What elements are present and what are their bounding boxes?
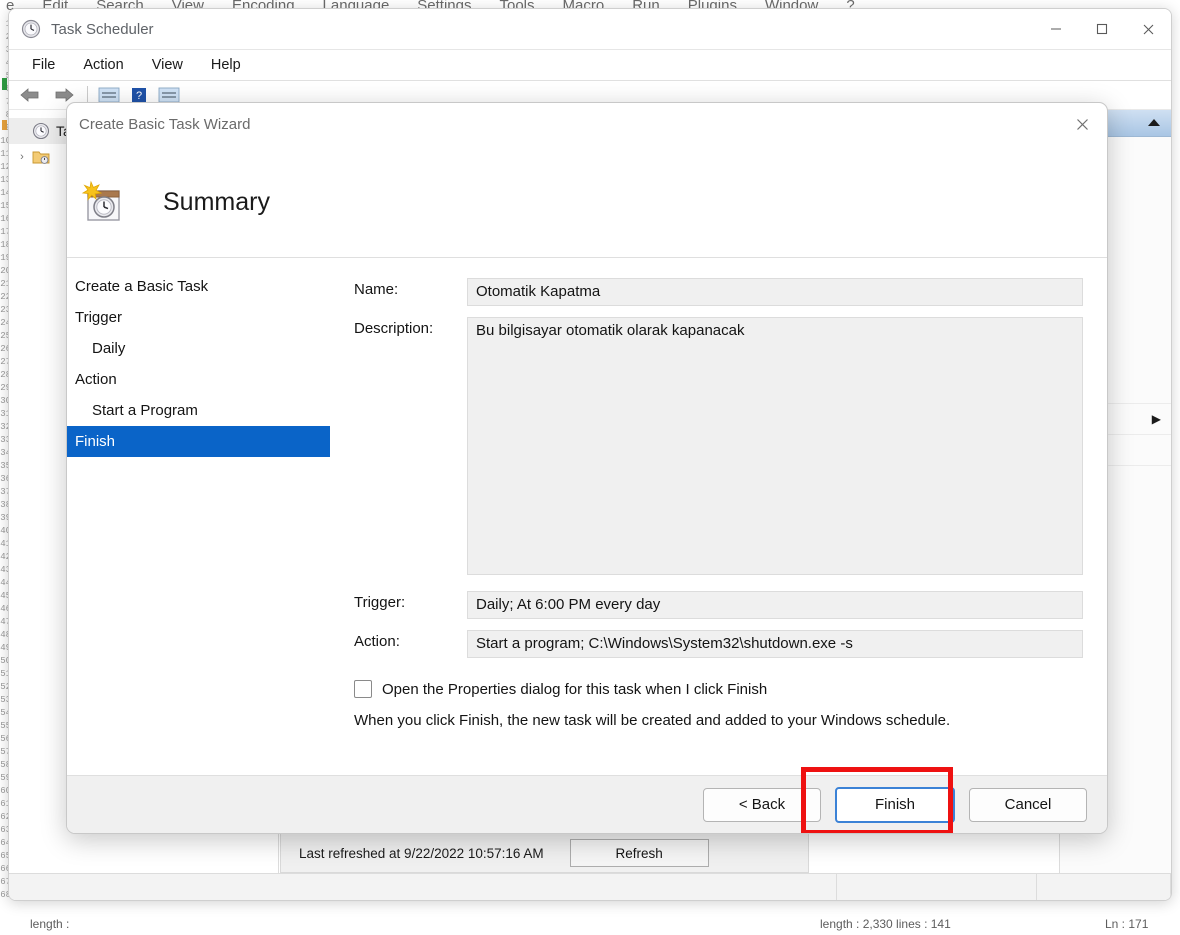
name-label: Name: — [354, 281, 399, 298]
menu-help[interactable]: Help — [200, 54, 252, 76]
wizard-titlebar: Create Basic Task Wizard — [67, 103, 1107, 147]
bottom-strip-cell — [837, 874, 1038, 900]
wizard-heading: Summary — [163, 187, 270, 216]
npp-status-right: Ln : 171 — [1105, 917, 1149, 931]
menu-file[interactable]: File — [21, 54, 66, 76]
trigger-value: Daily; At 6:00 PM every day — [467, 591, 1083, 619]
task-scheduler-menubar[interactable]: File Action View Help — [9, 49, 1171, 81]
npp-statusbar: length : length : 2,330 lines : 141 Ln :… — [0, 913, 1180, 935]
bottom-strip-cell — [1037, 874, 1171, 900]
minimize-icon[interactable] — [1033, 9, 1079, 49]
clock-icon — [31, 122, 51, 140]
action-label: Action: — [354, 633, 400, 650]
wizard-step-label: Create a Basic Task — [75, 278, 209, 295]
refresh-button[interactable]: Refresh — [569, 839, 709, 867]
wizard-step-label: Trigger — [75, 309, 122, 326]
wizard-step-start-a-program[interactable]: Start a Program — [67, 395, 330, 426]
open-properties-checkbox-label: Open the Properties dialog for this task… — [382, 680, 768, 698]
wizard-step-label: Daily — [92, 340, 126, 357]
wizard-title: Create Basic Task Wizard — [79, 116, 251, 133]
name-value: Otomatik Kapatma — [467, 278, 1083, 306]
cancel-button[interactable]: Cancel — [969, 787, 1087, 822]
chevron-right-icon[interactable]: › — [13, 151, 31, 163]
create-basic-task-wizard-dialog: Create Basic Task Wizard Summary Create … — [66, 102, 1108, 834]
window-controls — [1033, 9, 1171, 49]
wizard-step-nav[interactable]: Create a Basic Task Trigger Daily Action… — [67, 258, 354, 777]
close-icon[interactable] — [1125, 9, 1171, 49]
wizard-step-label: Start a Program — [92, 402, 198, 419]
open-properties-checkbox-row[interactable]: Open the Properties dialog for this task… — [354, 680, 1083, 698]
wizard-step-trigger[interactable]: Trigger — [67, 302, 330, 333]
wizard-footer: < Back Finish Cancel — [67, 766, 1107, 833]
close-icon[interactable] — [1061, 107, 1103, 141]
maximize-icon[interactable] — [1079, 9, 1125, 49]
menu-action[interactable]: Action — [72, 54, 134, 76]
screen-root: e Edit Search View Encoding Language Set… — [0, 0, 1180, 935]
open-properties-checkbox[interactable] — [354, 680, 372, 698]
back-button[interactable]: < Back — [703, 787, 821, 822]
wizard-content: Create a Basic Task Trigger Daily Action… — [67, 258, 1107, 777]
submenu-arrow-icon[interactable]: ▶ — [1152, 412, 1161, 426]
wizard-step-action[interactable]: Action — [67, 364, 330, 395]
refresh-bar: Last refreshed at 9/22/2022 10:57:16 AM … — [280, 833, 809, 873]
trigger-row: Trigger: Daily; At 6:00 PM every day — [354, 591, 1083, 619]
wizard-step-finish[interactable]: Finish — [67, 426, 330, 457]
task-scheduler-title: Task Scheduler — [51, 20, 154, 38]
description-value: Bu bilgisayar otomatik olarak kapanacak — [467, 317, 1083, 575]
npp-status-left: length : — [30, 917, 70, 931]
task-scheduler-titlebar: Task Scheduler — [9, 9, 1171, 49]
description-row: Description: Bu bilgisayar otomatik olar… — [354, 317, 1083, 575]
clock-icon — [21, 19, 41, 39]
bottom-strip-cell — [9, 874, 837, 900]
menu-view[interactable]: View — [141, 54, 194, 76]
last-refreshed-status: Last refreshed at 9/22/2022 10:57:16 AM — [299, 845, 544, 861]
npp-status-mid: length : 2,330 lines : 141 — [820, 917, 951, 931]
back-arrow-icon[interactable] — [15, 83, 45, 107]
svg-text:?: ? — [136, 90, 142, 102]
finish-button-wrapper: Finish — [801, 766, 955, 833]
wizard-step-label: Finish — [75, 433, 116, 450]
wizard-step-daily[interactable]: Daily — [67, 333, 330, 364]
task-scheduler-bottom-strip — [9, 873, 1171, 900]
chevron-up-icon[interactable] — [1147, 116, 1161, 130]
wizard-header: Summary — [67, 147, 1107, 257]
wizard-note: When you click Finish, the new task will… — [354, 712, 951, 729]
trigger-label: Trigger: — [354, 594, 406, 611]
action-row: Action: Start a program; C:\Windows\Syst… — [354, 630, 1083, 658]
calendar-clock-icon — [79, 178, 127, 226]
wizard-step-create-a-basic-task[interactable]: Create a Basic Task — [67, 271, 330, 302]
npp-orange-marker — [2, 120, 7, 130]
description-label: Description: — [354, 320, 434, 337]
wizard-step-label: Action — [75, 371, 117, 388]
npp-green-marker — [2, 78, 7, 90]
finish-button[interactable]: Finish — [835, 786, 955, 823]
name-row: Name: Otomatik Kapatma — [354, 278, 1083, 306]
folder-icon — [31, 148, 51, 166]
wizard-summary-form: Name: Otomatik Kapatma Description: Bu b… — [354, 258, 1107, 777]
action-value: Start a program; C:\Windows\System32\shu… — [467, 630, 1083, 658]
